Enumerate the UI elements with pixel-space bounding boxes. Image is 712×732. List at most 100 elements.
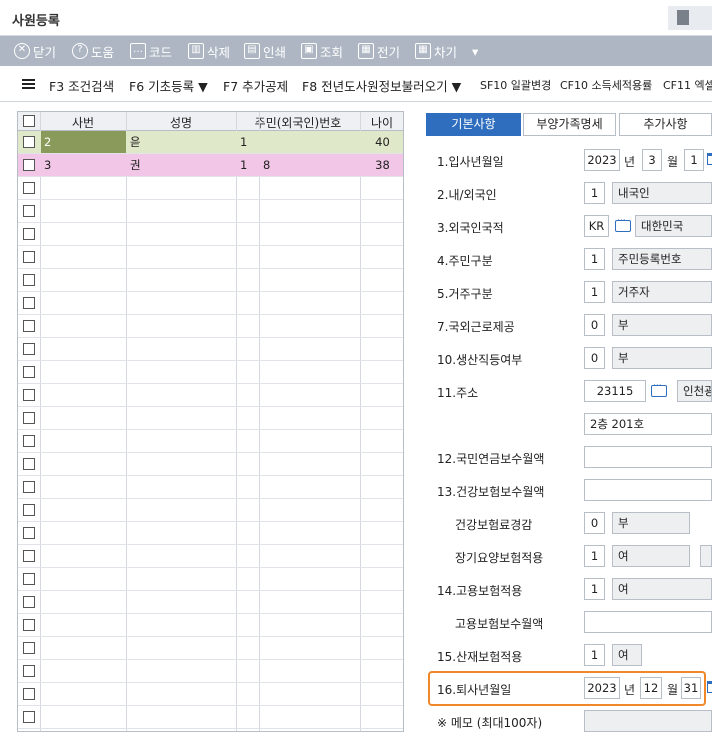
production-worker-code[interactable]: 0 [584,347,605,369]
row-checkbox[interactable] [23,527,35,539]
table-row[interactable] [18,660,403,683]
address-lookup-icon[interactable] [651,381,667,397]
search-button[interactable]: ▣ 조회 [301,41,343,61]
row-checkbox[interactable] [23,435,35,447]
tab-dependents[interactable]: 부양가족명세 [523,113,616,136]
calendar-icon[interactable] [707,681,712,693]
table-row[interactable] [18,614,403,637]
row-checkbox[interactable] [23,228,35,240]
row-checkbox[interactable] [23,251,35,263]
table-row[interactable] [18,223,403,246]
prev-period-button[interactable]: ▦ 전기 [358,41,400,61]
table-row[interactable] [18,706,403,729]
table-row[interactable] [18,269,403,292]
overseas-work-code[interactable]: 0 [584,314,605,336]
table-row[interactable] [18,246,403,269]
table-row[interactable] [18,522,403,545]
table-row[interactable] [18,499,403,522]
row-checkbox[interactable] [23,665,35,677]
table-row[interactable] [18,177,403,200]
row-checkbox[interactable] [23,688,35,700]
table-row[interactable] [18,292,403,315]
table-row[interactable] [18,200,403,223]
hire-day-input[interactable]: 1 [684,149,704,171]
ltc-insurance-label: 장기요양보험적용 [455,551,544,565]
employment-insurance-code[interactable]: 1 [584,578,605,600]
cf10-income-tax-rate[interactable]: CF10 소득세적용률 [560,77,652,93]
row-checkbox[interactable] [23,619,35,631]
health-reduction-code[interactable]: 0 [584,512,605,534]
row-checkbox[interactable] [23,366,35,378]
row-checkbox[interactable] [23,159,35,171]
search-user-icon: ▣ [301,43,317,59]
sf10-bulk-change[interactable]: SF10 일괄변경 [480,77,551,93]
table-row[interactable] [18,384,403,407]
health-wage-input[interactable] [584,479,712,501]
pension-wage-input[interactable] [584,446,712,468]
table-row[interactable] [18,545,403,568]
print-button[interactable]: ▤ 인쇄 [244,41,286,61]
nationality-code[interactable]: 1 [584,182,605,204]
row-checkbox[interactable] [23,481,35,493]
ltc-insurance-code[interactable]: 1 [584,545,605,567]
table-row[interactable] [18,476,403,499]
delete-button[interactable]: ▥ 삭제 [188,41,230,61]
next-period-button[interactable]: ▦ 차기 [415,41,457,61]
memo-input[interactable] [584,710,712,732]
code-button[interactable]: … 코드 [130,41,172,61]
row-checkbox[interactable] [23,136,35,148]
f3-search-condition[interactable]: F3 조건검색 [49,76,114,95]
tab-basic[interactable]: 기본사항 [426,113,521,136]
table-row[interactable] [18,430,403,453]
table-row[interactable]: 2 읃 1 40 [18,131,403,154]
row-checkbox[interactable] [23,458,35,470]
table-row[interactable] [18,683,403,706]
row-checkbox[interactable] [23,550,35,562]
row-checkbox[interactable] [23,711,35,723]
f8-load-previous-year[interactable]: F8 전년도사원정보불러오기 ▼ [302,76,461,95]
table-row[interactable] [18,361,403,384]
code-lookup-icon[interactable] [615,216,631,232]
cf11-excel[interactable]: CF11 엑셀간 [663,77,712,93]
table-row[interactable] [18,591,403,614]
row-checkbox[interactable] [23,274,35,286]
row-checkbox[interactable] [23,504,35,516]
row-checkbox[interactable] [23,343,35,355]
f6-basic-register[interactable]: F6 기초등록 ▼ [129,76,208,95]
address-detail-input[interactable]: 2층 201호 [584,413,712,435]
row-checkbox[interactable] [23,642,35,654]
row-checkbox[interactable] [23,389,35,401]
more-button[interactable]: ▾ [472,41,478,61]
table-row[interactable] [18,637,403,660]
hire-year-input[interactable]: 2023 [584,149,620,171]
table-row[interactable] [18,568,403,591]
row-checkbox[interactable] [23,412,35,424]
resident-id-type-code[interactable]: 1 [584,248,605,270]
table-row[interactable]: 3 권 1 8 38 [18,154,403,177]
help-button[interactable]: ? 도움 [72,41,114,61]
row-checkbox[interactable] [23,320,35,332]
row-checkbox[interactable] [23,182,35,194]
hamburger-menu-icon[interactable] [22,79,35,89]
row-checkbox[interactable] [23,205,35,217]
table-row[interactable] [18,453,403,476]
table-row[interactable] [18,407,403,430]
table-row[interactable] [18,338,403,361]
hire-month-input[interactable]: 3 [642,149,662,171]
building-icon[interactable] [668,6,712,30]
table-row[interactable] [18,315,403,338]
employment-wage-input[interactable] [584,611,712,633]
zip-code-input[interactable]: 23115 [584,380,646,402]
residence-code[interactable]: 1 [584,281,605,303]
country-code-input[interactable]: KR [584,215,609,237]
industrial-insurance-code[interactable]: 1 [584,644,605,666]
tab-additional[interactable]: 추가사항 [619,113,712,136]
row-checkbox[interactable] [23,297,35,309]
row-checkbox[interactable] [23,596,35,608]
f7-additional-deduction[interactable]: F7 추가공제 [223,76,288,95]
select-all-checkbox[interactable] [23,115,35,127]
close-button[interactable]: ✕ 닫기 [14,41,56,61]
employment-insurance-value: 여 [612,578,712,600]
calendar-icon[interactable] [707,153,712,165]
row-checkbox[interactable] [23,573,35,585]
